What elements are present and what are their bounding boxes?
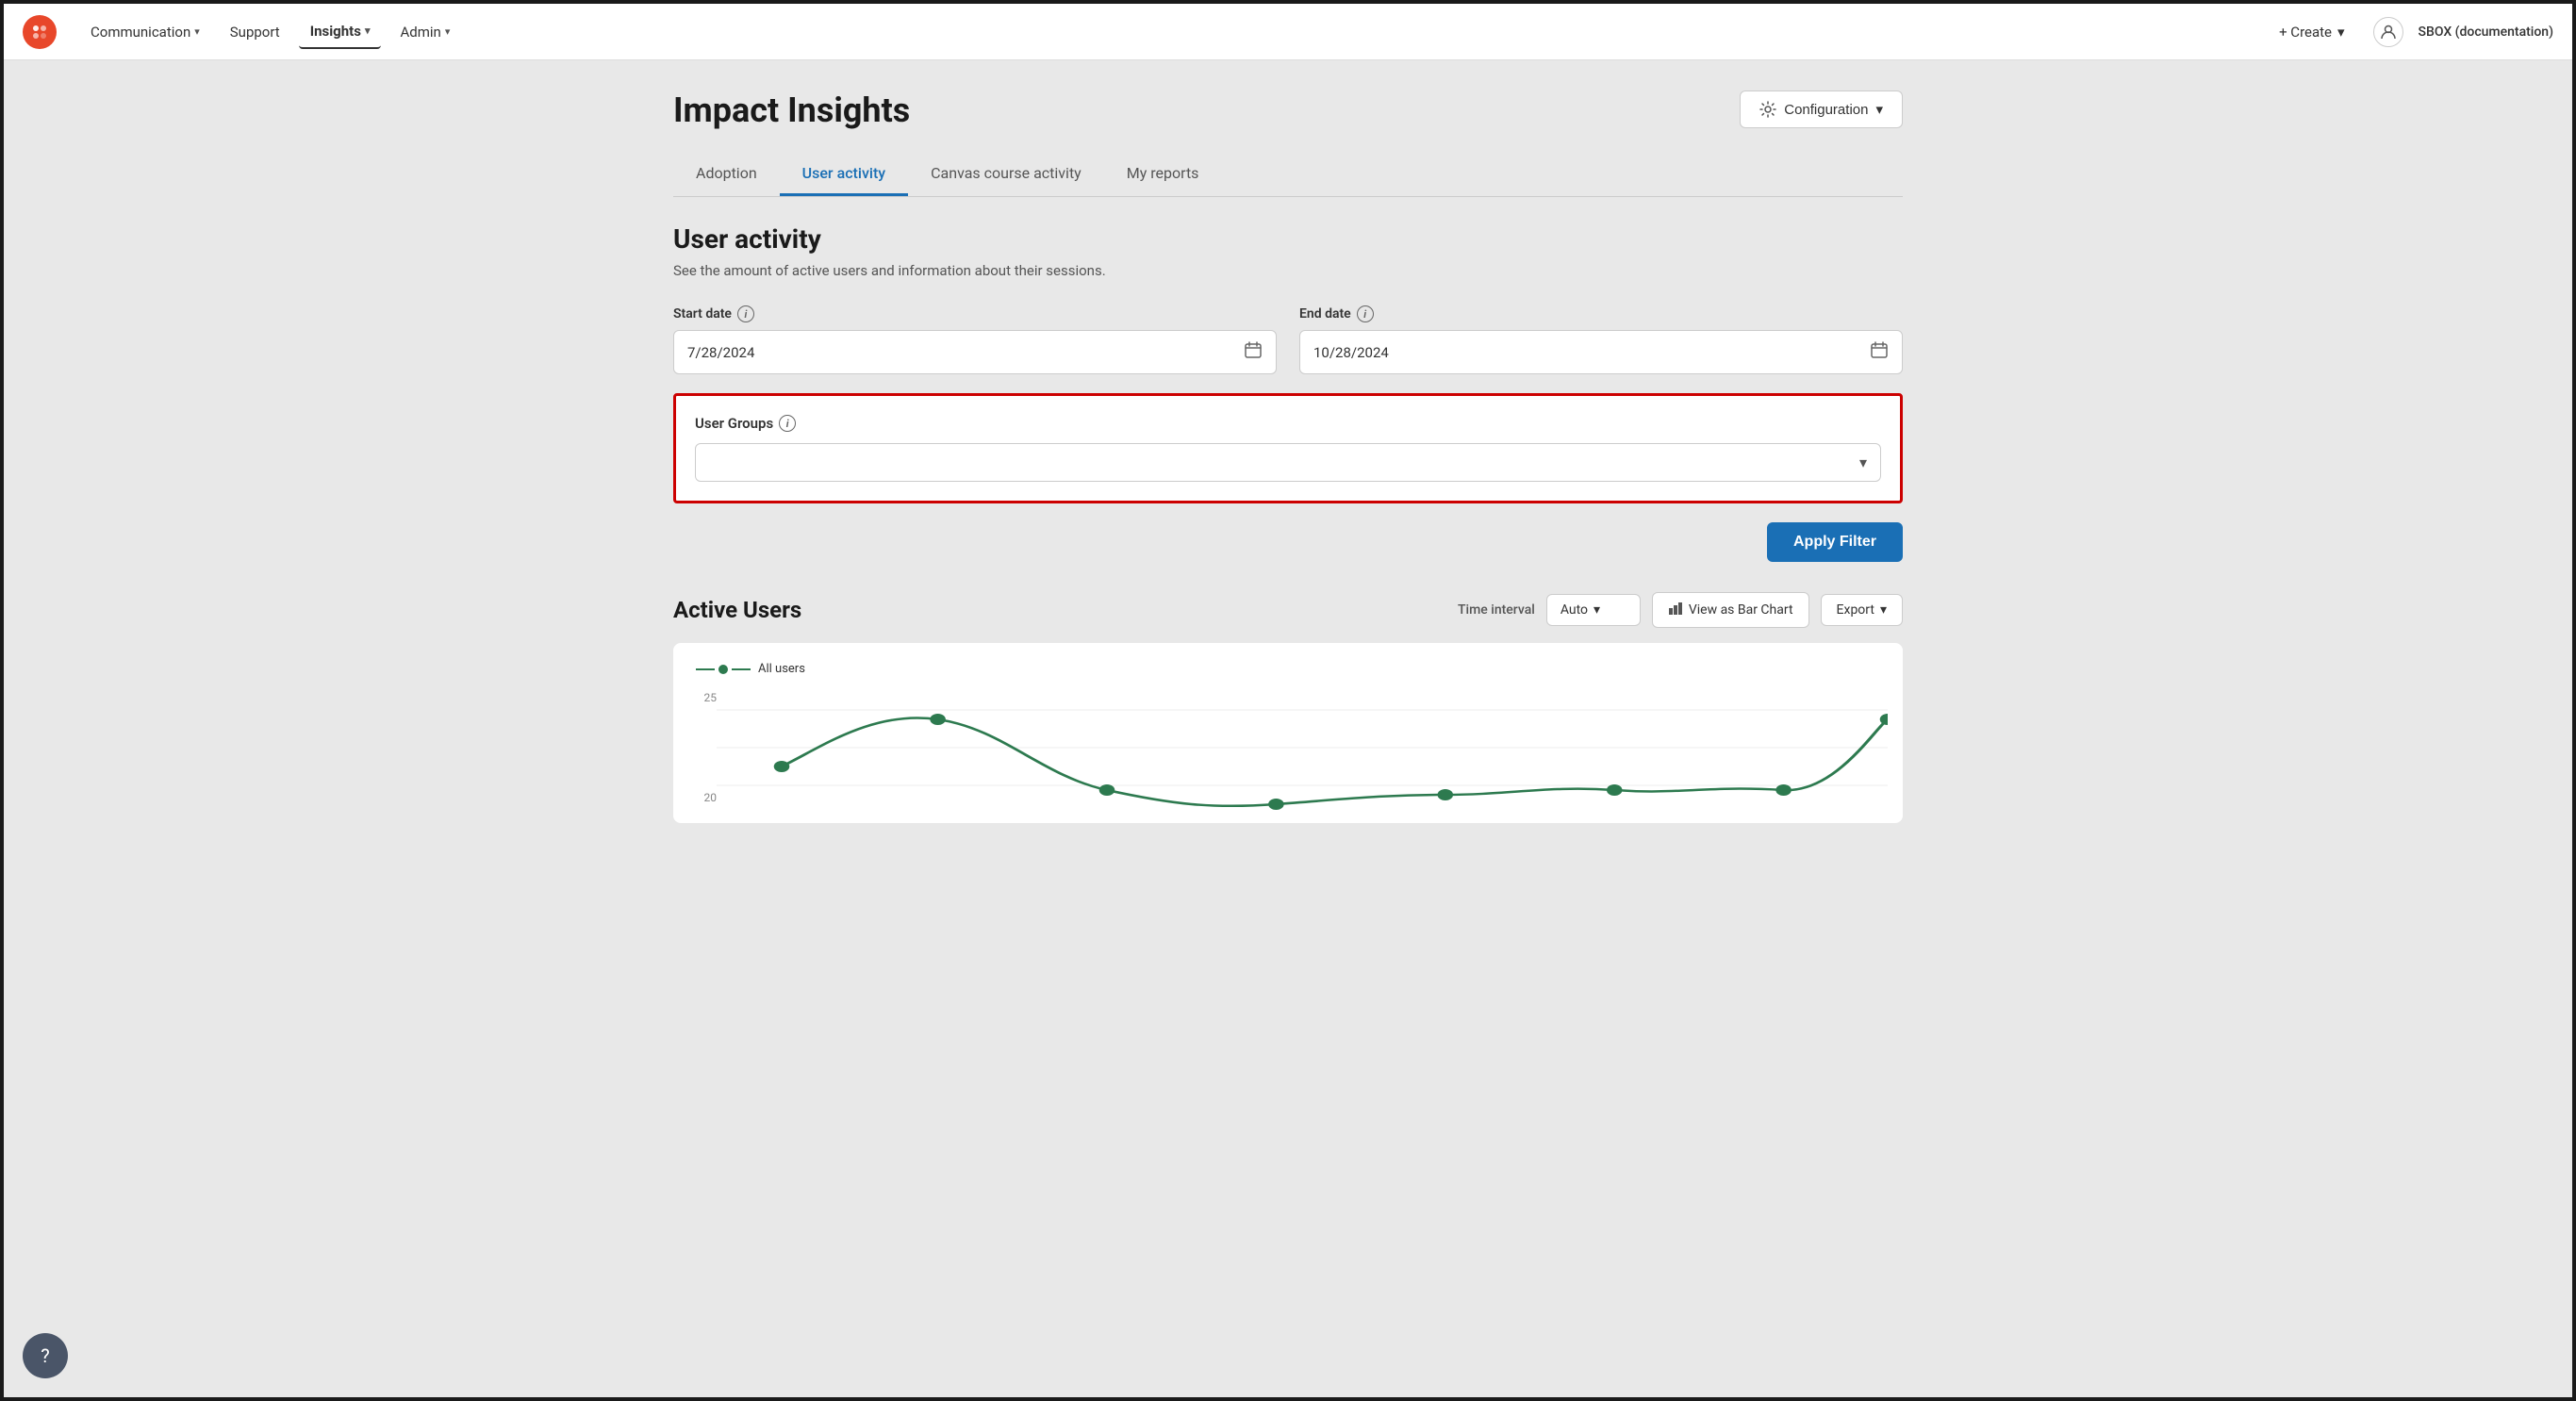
chevron-down-icon: ▾ <box>1880 602 1887 618</box>
tab-canvas-course-activity[interactable]: Canvas course activity <box>908 153 1104 196</box>
chart-controls: Time interval Auto ▾ View as Bar Chart <box>1458 592 1903 628</box>
user-profile-icon[interactable] <box>2373 17 2403 47</box>
user-groups-label: User Groups i <box>695 415 1881 432</box>
create-button[interactable]: + Create ▾ <box>2266 18 2357 46</box>
nav-admin[interactable]: Admin ▾ <box>388 16 461 48</box>
export-button[interactable]: Export ▾ <box>1821 594 1903 626</box>
chart-area: 25 20 <box>688 691 1888 814</box>
bar-chart-icon <box>1668 601 1683 619</box>
chevron-down-icon: ▾ <box>445 25 451 38</box>
logo-icon[interactable] <box>23 15 57 49</box>
user-groups-select[interactable]: ▾ <box>695 443 1881 482</box>
section-title: User activity <box>673 223 1903 255</box>
chart-legend: All users <box>688 662 1888 676</box>
y-axis: 25 20 <box>688 691 717 814</box>
user-groups-box: User Groups i ▾ <box>673 393 1903 503</box>
start-date-input[interactable]: 7/28/2024 <box>673 330 1277 374</box>
chevron-down-icon: ▾ <box>2337 24 2345 41</box>
end-date-label: End date i <box>1299 305 1903 322</box>
page-title: Impact Insights <box>673 91 910 130</box>
chevron-down-icon: ▾ <box>365 25 371 37</box>
tab-user-activity[interactable]: User activity <box>780 153 908 196</box>
nav-items: Communication ▾ Support Insights ▾ Admin… <box>79 15 2243 49</box>
end-date-info-icon[interactable]: i <box>1357 305 1374 322</box>
legend-dot <box>718 665 728 674</box>
chart-svg <box>717 691 1888 814</box>
main-content: Impact Insights Configuration ▾ Adoption… <box>628 60 1948 853</box>
end-date-field: End date i 10/28/2024 <box>1299 305 1903 374</box>
apply-filter-button[interactable]: Apply Filter <box>1767 522 1903 562</box>
start-date-field: Start date i 7/28/2024 <box>673 305 1277 374</box>
top-navigation: Communication ▾ Support Insights ▾ Admin… <box>4 4 2572 60</box>
chart-container: All users 25 20 <box>673 643 1903 823</box>
tab-adoption[interactable]: Adoption <box>673 153 780 196</box>
y-label-25: 25 <box>688 691 717 704</box>
active-users-title: Active Users <box>673 597 801 623</box>
section-description: See the amount of active users and infor… <box>673 262 1903 279</box>
org-name-label: SBOX (documentation) <box>2419 25 2553 40</box>
help-bubble-button[interactable]: ? <box>23 1333 68 1378</box>
chevron-down-icon: ▾ <box>1593 602 1600 618</box>
chart-svg-container <box>717 691 1888 814</box>
active-users-header: Active Users Time interval Auto ▾ V <box>673 592 1903 628</box>
nav-insights[interactable]: Insights ▾ <box>299 15 382 49</box>
start-date-info-icon[interactable]: i <box>737 305 754 322</box>
end-date-input[interactable]: 10/28/2024 <box>1299 330 1903 374</box>
legend-all-users-label: All users <box>758 662 805 676</box>
tab-my-reports[interactable]: My reports <box>1104 153 1222 196</box>
calendar-icon <box>1244 340 1263 364</box>
time-interval-label: Time interval <box>1458 602 1535 618</box>
date-filter-row: Start date i 7/28/2024 End date i 10/28/… <box>673 305 1903 374</box>
y-label-20: 20 <box>688 791 717 804</box>
start-date-label: Start date i <box>673 305 1277 322</box>
configuration-button[interactable]: Configuration ▾ <box>1740 91 1903 128</box>
page-header: Impact Insights Configuration ▾ <box>673 91 1903 130</box>
chevron-down-icon: ▾ <box>1875 101 1883 118</box>
view-bar-chart-button[interactable]: View as Bar Chart <box>1652 592 1809 628</box>
nav-support[interactable]: Support <box>219 16 291 48</box>
time-interval-select[interactable]: Auto ▾ <box>1546 594 1641 626</box>
legend-line <box>732 668 751 670</box>
chevron-down-icon: ▾ <box>194 25 200 38</box>
filter-actions-row: Apply Filter <box>673 522 1903 562</box>
calendar-icon <box>1870 340 1889 364</box>
nav-right: + Create ▾ SBOX (documentation) <box>2266 17 2553 47</box>
tabs-bar: Adoption User activity Canvas course act… <box>673 153 1903 197</box>
user-groups-info-icon[interactable]: i <box>779 415 796 432</box>
nav-communication[interactable]: Communication ▾ <box>79 16 211 48</box>
active-users-section: Active Users Time interval Auto ▾ V <box>673 592 1903 823</box>
legend-line <box>696 668 715 670</box>
chevron-down-icon: ▾ <box>1859 453 1867 471</box>
gear-icon <box>1759 101 1776 118</box>
